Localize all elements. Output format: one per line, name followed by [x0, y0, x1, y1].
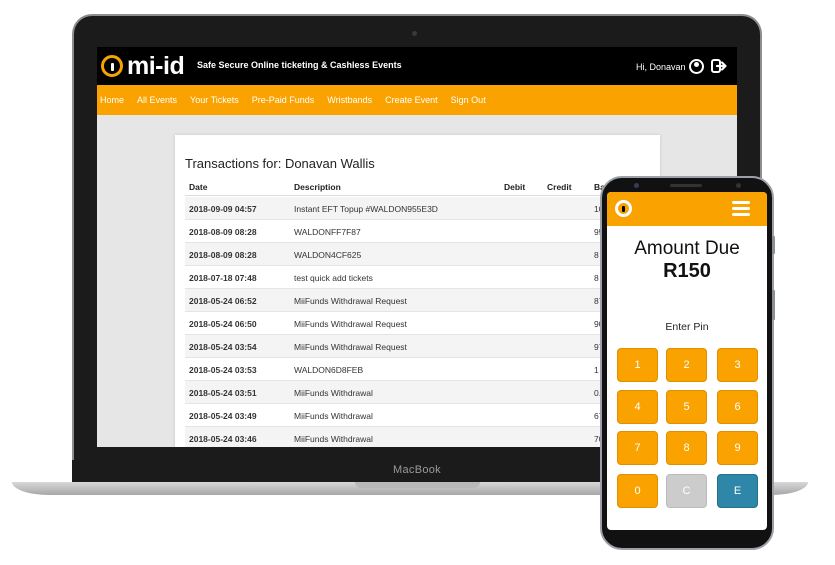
transactions-card: Transactions for: Donavan Wallis Date De… — [175, 135, 660, 447]
cell-description: WALDON4CF625 — [294, 250, 362, 260]
table-row[interactable]: 2018-05-24 03:51 MiiFunds Withdrawal 0. — [185, 381, 660, 404]
cell-description: MiiFunds Withdrawal Request — [294, 342, 407, 352]
cell-date: 2018-05-24 06:52 — [189, 296, 257, 306]
phone-speaker — [670, 184, 702, 187]
phone-screen: Amount Due R150 Enter Pin 1 2 3 4 5 6 7 … — [607, 192, 767, 530]
nav-home[interactable]: Home — [100, 95, 124, 105]
nav-sign-out[interactable]: Sign Out — [451, 95, 486, 105]
keypad-key-9[interactable]: 9 — [717, 431, 758, 465]
keypad-key-4[interactable]: 4 — [617, 390, 658, 424]
cell-description: Instant EFT Topup #WALDON955E3D — [294, 204, 438, 214]
amount-due-value: R150 — [663, 260, 711, 282]
cell-date: 2018-05-24 03:53 — [189, 365, 257, 375]
sign-out-icon[interactable] — [711, 58, 727, 74]
enter-pin-label: Enter Pin — [665, 321, 709, 333]
laptop-camera — [412, 31, 417, 36]
cell-description: MiiFunds Withdrawal Request — [294, 296, 407, 306]
cell-balance: 8 — [594, 273, 599, 283]
table-row[interactable]: 2018-09-09 04:57 Instant EFT Topup #WALDO… — [185, 197, 660, 220]
keypad-key-1[interactable]: 1 — [617, 348, 658, 382]
cell-description: MiiFunds Withdrawal Request — [294, 319, 407, 329]
nav-your-tickets[interactable]: Your Tickets — [190, 95, 239, 105]
keypad-key-7[interactable]: 7 — [617, 431, 658, 465]
cell-date: 2018-05-24 03:51 — [189, 388, 257, 398]
nav-pre-paid-funds[interactable]: Pre-Paid Funds — [252, 95, 315, 105]
cell-date: 2018-09-09 04:57 — [189, 204, 257, 214]
phone-front-camera — [634, 183, 639, 188]
cell-balance: 1 — [594, 365, 599, 375]
cell-description: MiiFunds Withdrawal — [294, 388, 373, 398]
header-date: Date — [189, 182, 208, 192]
phone-app-bar — [607, 192, 767, 226]
site-tagline: Safe Secure Online ticketing & Cashless … — [197, 60, 402, 70]
hamburger-menu-icon[interactable] — [732, 201, 750, 216]
keypad-key-5[interactable]: 5 — [666, 390, 707, 424]
table-row[interactable]: 2018-05-24 03:54 MiiFunds Withdrawal Requ… — [185, 335, 660, 358]
phone-power-button — [772, 290, 775, 320]
header-description: Description — [294, 182, 341, 192]
cell-date: 2018-05-24 03:54 — [189, 342, 257, 352]
nav-create-event[interactable]: Create Event — [385, 95, 438, 105]
table-row[interactable]: 2018-08-09 08:28 WALDON4CF625 8 — [185, 243, 660, 266]
keypad-enter-button[interactable]: E — [717, 474, 758, 508]
site-header: mi-id Safe Secure Online ticketing & Cas… — [97, 47, 737, 85]
cell-description: MiiFunds Withdrawal — [294, 411, 373, 421]
cell-description: test quick add tickets — [294, 273, 373, 283]
keypad-key-3[interactable]: 3 — [717, 348, 758, 382]
keypad-clear-button[interactable]: C — [666, 474, 707, 508]
table-row[interactable]: 2018-05-24 03:53 WALDON6D8FEB 1 — [185, 358, 660, 381]
keypad-key-2[interactable]: 2 — [666, 348, 707, 382]
amount-due-label: Amount Due — [634, 238, 740, 259]
phone-sensor — [736, 183, 741, 188]
phone-volume-button — [772, 236, 775, 254]
cell-description: MiiFunds Withdrawal — [294, 434, 373, 444]
user-greeting: Hi, Donavan — [636, 62, 686, 72]
main-nav: Home All Events Your Tickets Pre-Paid Fu… — [97, 85, 737, 115]
table-row[interactable]: 2018-05-24 06:50 MiiFunds Withdrawal Requ… — [185, 312, 660, 335]
cell-date: 2018-05-24 03:46 — [189, 434, 257, 444]
table-row[interactable]: 2018-05-24 03:46 MiiFunds Withdrawal 70 — [185, 427, 660, 447]
user-profile-icon[interactable] — [689, 59, 704, 74]
header-debit: Debit — [504, 182, 526, 192]
transactions-title: Transactions for: Donavan Wallis — [185, 156, 375, 171]
cell-description: WALDONFF7F87 — [294, 227, 361, 237]
nav-wristbands[interactable]: Wristbands — [327, 95, 372, 105]
cell-date: 2018-08-09 08:28 — [189, 227, 257, 237]
phone-logo-icon[interactable] — [615, 200, 632, 217]
table-row[interactable]: 2018-05-24 06:52 MiiFunds Withdrawal Requ… — [185, 289, 660, 312]
laptop-notch — [355, 482, 480, 488]
cell-date: 2018-05-24 03:49 — [189, 411, 257, 421]
cell-date: 2018-07-18 07:48 — [189, 273, 257, 283]
table-row[interactable]: 2018-05-24 03:49 MiiFunds Withdrawal 67 — [185, 404, 660, 427]
header-credit: Credit — [547, 182, 572, 192]
table-row[interactable]: 2018-08-09 08:28 WALDONFF7F87 95 — [185, 220, 660, 243]
cell-date: 2018-05-24 06:50 — [189, 319, 257, 329]
cell-description: WALDON6D8FEB — [294, 365, 364, 375]
logo-mark-icon — [101, 55, 123, 77]
keypad-key-8[interactable]: 8 — [666, 431, 707, 465]
nav-all-events[interactable]: All Events — [137, 95, 177, 105]
mi-id-logo[interactable]: mi-id — [101, 51, 185, 81]
table-header: Date Description Debit Credit Ba — [185, 180, 660, 196]
table-row[interactable]: 2018-07-18 07:48 test quick add tickets 8 — [185, 266, 660, 289]
keypad-key-6[interactable]: 6 — [717, 390, 758, 424]
cell-balance: 8 — [594, 250, 599, 260]
keypad-key-0[interactable]: 0 — [617, 474, 658, 508]
logo-text: mi-id — [127, 51, 185, 80]
cell-date: 2018-08-09 08:28 — [189, 250, 257, 260]
